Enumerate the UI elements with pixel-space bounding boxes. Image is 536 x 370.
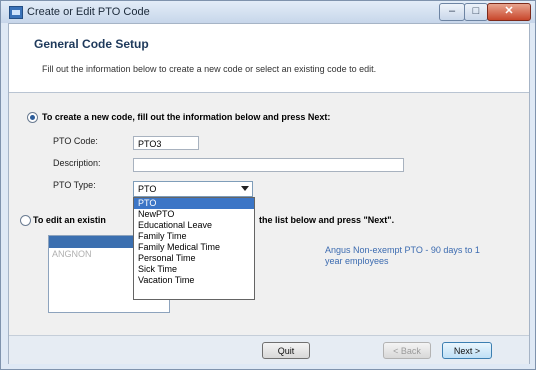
description-label: Description:: [53, 158, 101, 168]
dropdown-item-pto[interactable]: PTO: [134, 198, 254, 209]
edit-code-label-end: the list below and press "Next".: [259, 215, 395, 225]
pto-code-label: PTO Code:: [53, 136, 98, 146]
page-title: General Code Setup: [34, 37, 149, 51]
dropdown-item-family-time[interactable]: Family Time: [134, 231, 254, 242]
pto-type-select[interactable]: PTO: [133, 181, 253, 197]
dropdown-item-educational-leave[interactable]: Educational Leave: [134, 220, 254, 231]
create-code-label: To create a new code, fill out the infor…: [42, 112, 331, 122]
page-subtitle: Fill out the information below to create…: [42, 64, 377, 74]
edit-code-radio[interactable]: [20, 215, 31, 226]
quit-button[interactable]: Quit: [262, 342, 310, 359]
setup-header: General Code Setup Fill out the informat…: [9, 24, 529, 93]
pto-code-input[interactable]: PTO3: [133, 136, 199, 150]
edit-code-label-start: To edit an existin: [33, 215, 106, 225]
button-bar: Quit < Back Next >: [9, 335, 529, 364]
dropdown-item-newpto[interactable]: NewPTO: [134, 209, 254, 220]
title-bar[interactable]: Create or Edit PTO Code – □ ✕: [1, 1, 535, 23]
minimize-button[interactable]: –: [439, 3, 465, 21]
description-input[interactable]: [133, 158, 404, 172]
pto-type-value: PTO: [138, 184, 157, 194]
window-title: Create or Edit PTO Code: [27, 6, 150, 18]
pto-type-label: PTO Type:: [53, 180, 96, 190]
dropdown-item-vacation-time[interactable]: Vacation Time: [134, 275, 254, 286]
dialog-content: General Code Setup Fill out the informat…: [8, 23, 530, 364]
app-window-icon: [9, 6, 23, 19]
maximize-button[interactable]: □: [464, 3, 488, 21]
dropdown-item-sick-time[interactable]: Sick Time: [134, 264, 254, 275]
close-button[interactable]: ✕: [487, 3, 531, 21]
dropdown-item-family-medical-time[interactable]: Family Medical Time: [134, 242, 254, 253]
create-code-radio[interactable]: [27, 112, 38, 123]
dropdown-item-personal-time[interactable]: Personal Time: [134, 253, 254, 264]
pto-code-window: Create or Edit PTO Code – □ ✕ General Co…: [0, 0, 536, 370]
pto-type-dropdown-list[interactable]: PTO NewPTO Educational Leave Family Time…: [133, 197, 255, 300]
chevron-down-icon: [241, 186, 249, 191]
back-button[interactable]: < Back: [383, 342, 431, 359]
code-description-text: Angus Non-exempt PTO - 90 days to 1 year…: [325, 245, 480, 266]
next-button[interactable]: Next >: [442, 342, 492, 359]
